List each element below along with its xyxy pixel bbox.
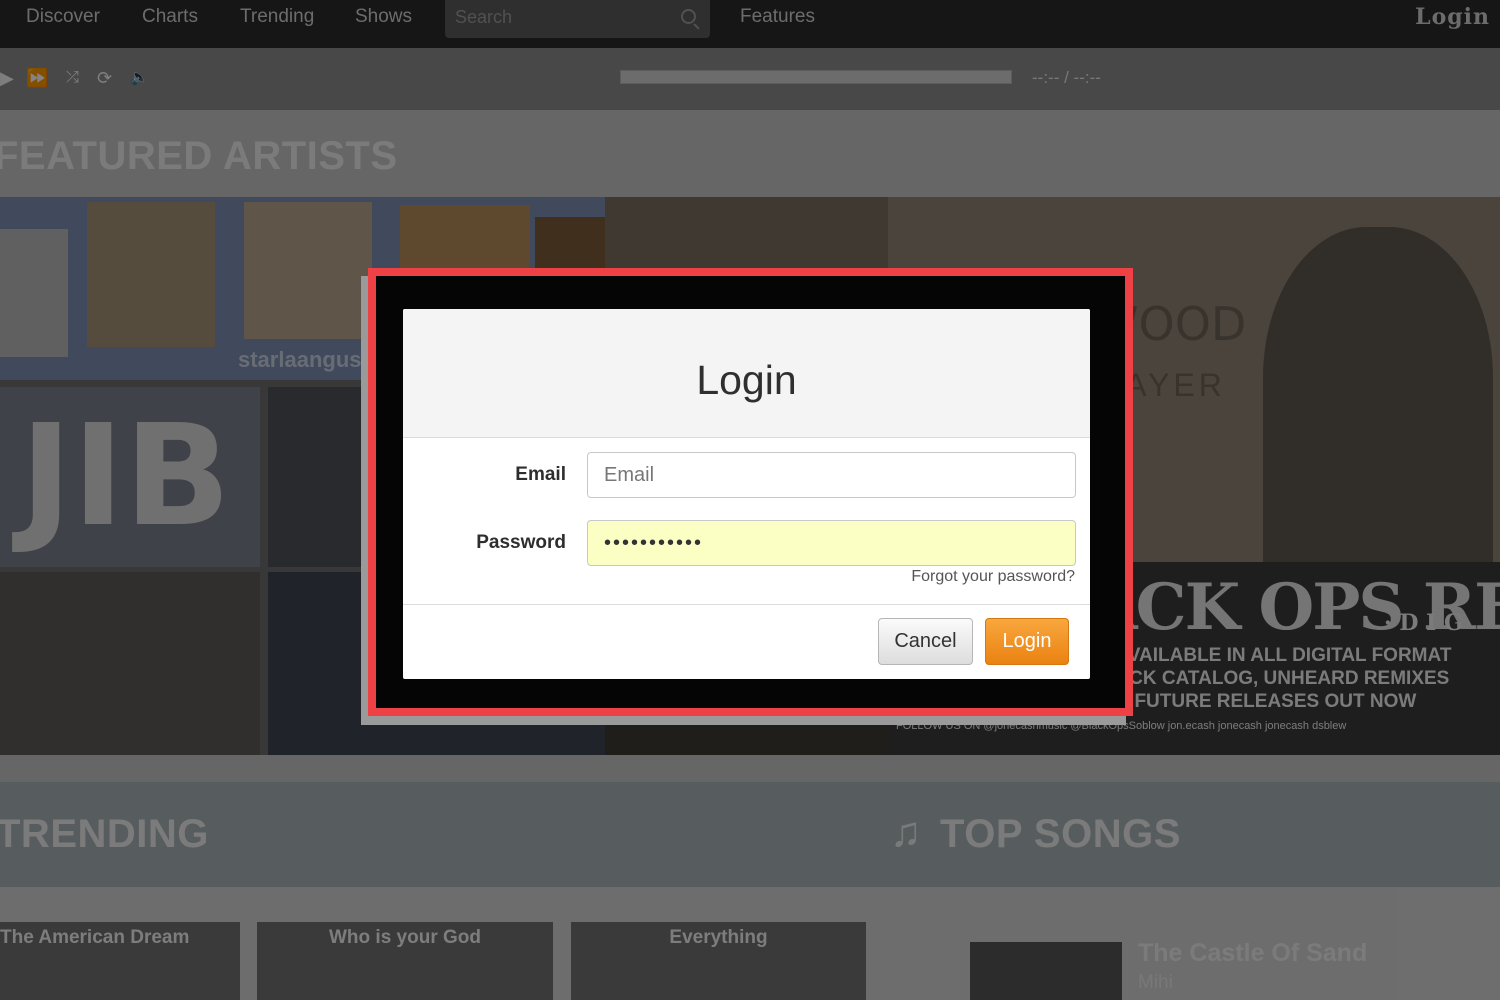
password-field[interactable]: •••••••••••	[587, 520, 1076, 566]
dialog-footer: Cancel Login	[403, 604, 1090, 679]
modal-shadow	[361, 716, 1126, 725]
login-dialog: Login Email Password ••••••••••• Forgot …	[403, 309, 1090, 679]
cancel-button[interactable]: Cancel	[878, 618, 973, 665]
login-button[interactable]: Login	[985, 618, 1069, 665]
password-label: Password	[476, 532, 566, 553]
email-label: Email	[515, 464, 566, 485]
email-field[interactable]	[587, 452, 1076, 498]
forgot-password-link[interactable]: Forgot your password?	[911, 568, 1075, 586]
dialog-header: Login	[403, 309, 1090, 438]
dialog-title: Login	[696, 357, 797, 403]
